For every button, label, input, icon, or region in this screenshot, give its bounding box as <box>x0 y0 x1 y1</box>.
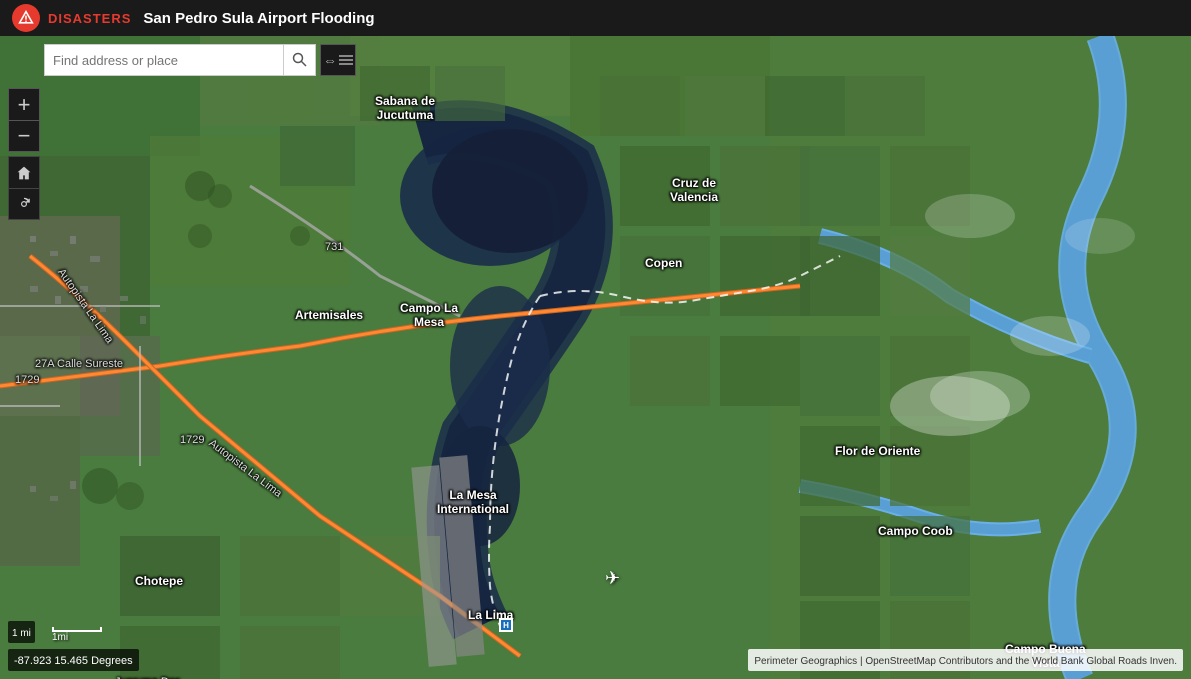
la-lima-marker: H <box>499 618 513 632</box>
coord-text: -87.923 15.465 Degrees <box>14 655 133 667</box>
disasters-label: DISASTERS <box>48 11 131 26</box>
map-imagery <box>0 36 1191 679</box>
scale-bar-container: 1 mi <box>8 621 35 643</box>
disasters-logo-icon <box>12 4 40 32</box>
coordinates-display: -87.923 15.465 Degrees <box>8 649 139 671</box>
scale-bar-text: 1 mi <box>12 628 31 639</box>
map-attribution: Perimeter Geographics | OpenStreetMap Co… <box>748 649 1183 671</box>
zoom-in-button[interactable]: + <box>8 88 40 120</box>
zoom-controls: + − <box>8 88 40 152</box>
scale-label: 1mi <box>52 632 68 643</box>
map-container[interactable]: Sabana deJucutuma Cruz deValencia Copen … <box>0 36 1191 679</box>
zoom-out-button[interactable]: − <box>8 120 40 152</box>
swipe-layer-button[interactable]: ⇔ <box>320 44 356 76</box>
app-header: DISASTERS San Pedro Sula Airport Floodin… <box>0 0 1191 36</box>
home-button[interactable] <box>8 156 40 188</box>
attr-text: Perimeter Geographics | OpenStreetMap Co… <box>754 656 1177 667</box>
logo-area: DISASTERS San Pedro Sula Airport Floodin… <box>12 4 375 32</box>
rotate-button[interactable] <box>8 188 40 220</box>
map-tools <box>8 156 40 220</box>
scale-indicator: 1mi <box>52 627 102 643</box>
page-title: San Pedro Sula Airport Flooding <box>143 10 374 27</box>
